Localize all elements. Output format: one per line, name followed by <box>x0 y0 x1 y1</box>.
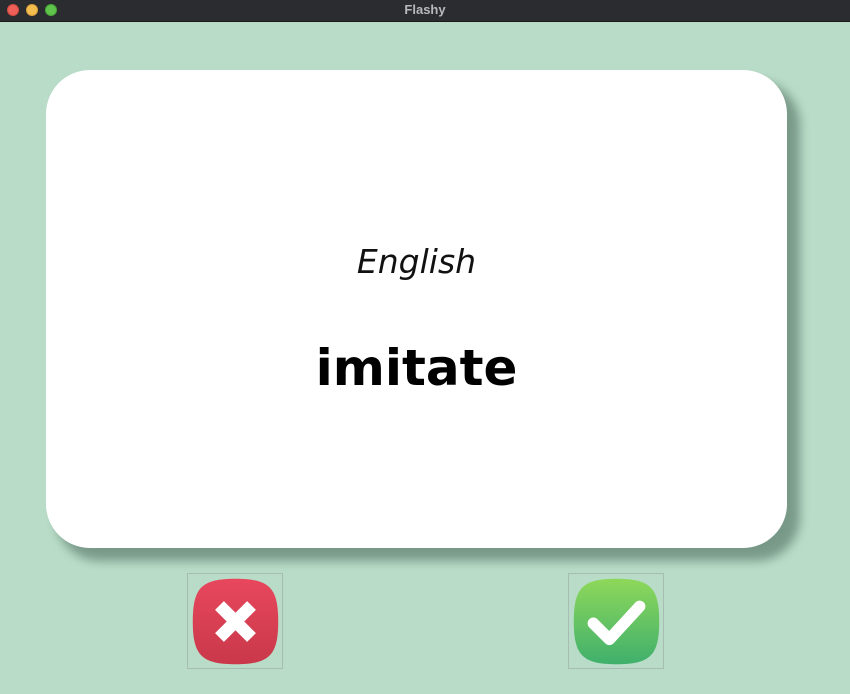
window-titlebar: Flashy <box>0 0 850 22</box>
cross-icon <box>192 578 279 665</box>
card-language-label: English <box>356 242 477 281</box>
checkmark-icon <box>573 578 660 665</box>
app-canvas: English imitate <box>0 22 850 694</box>
window-title: Flashy <box>404 2 446 17</box>
right-button[interactable] <box>568 573 664 669</box>
card-word: imitate <box>315 339 518 397</box>
wrong-button[interactable] <box>187 573 283 669</box>
flashcard: English imitate <box>46 70 787 548</box>
